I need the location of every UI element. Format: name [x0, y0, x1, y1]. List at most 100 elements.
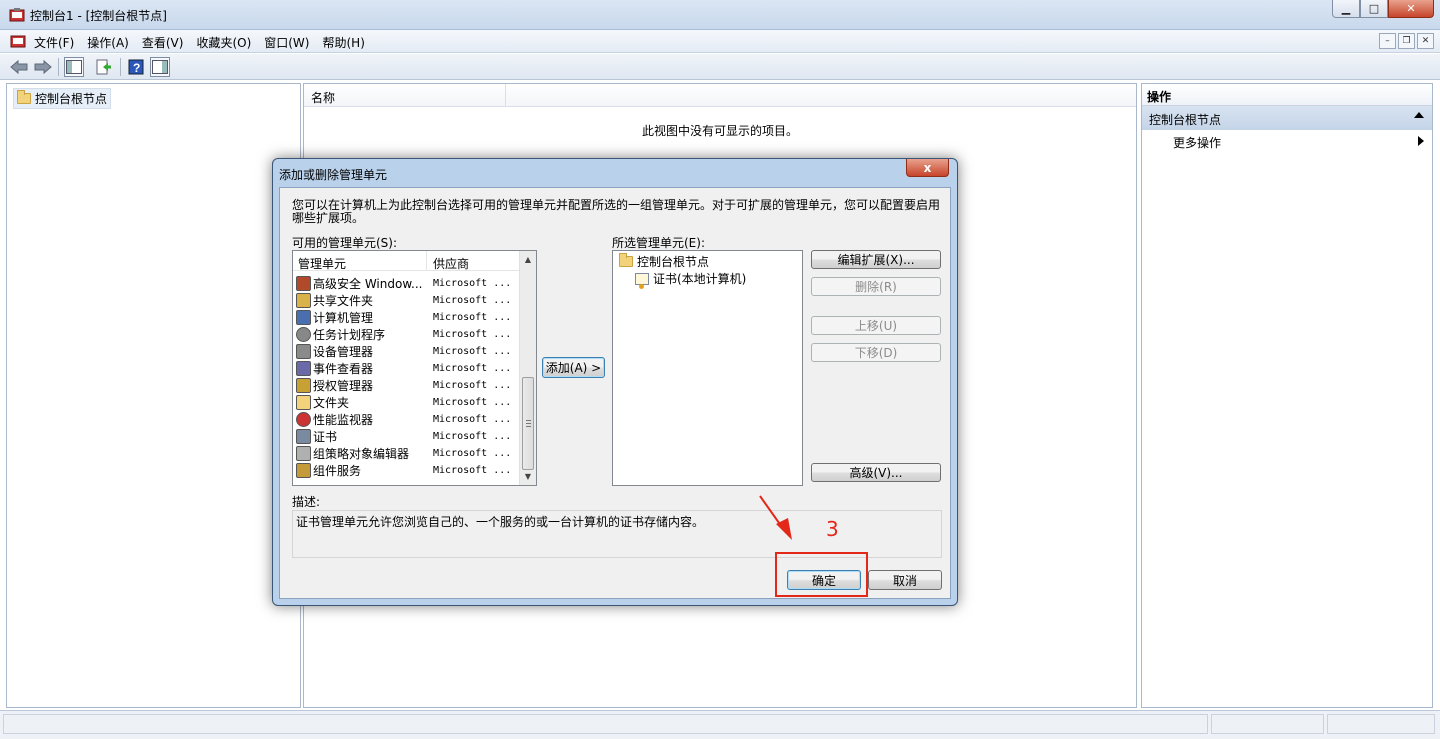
- menu-window[interactable]: 窗口(W): [259, 33, 314, 52]
- edit-extensions-button[interactable]: 编辑扩展(X)...: [811, 250, 941, 269]
- export-list-icon: [96, 59, 111, 75]
- cancel-button[interactable]: 取消: [868, 570, 942, 590]
- menu-file[interactable]: 文件(F): [29, 33, 79, 52]
- snapin-name: 文件夹: [313, 396, 350, 410]
- snapin-column-header[interactable]: 管理单元: [293, 251, 427, 271]
- back-button[interactable]: [9, 57, 29, 77]
- column-name-header[interactable]: 名称: [304, 84, 506, 107]
- show-hide-tree-icon: [66, 60, 82, 74]
- add-button[interactable]: 添加(A) >: [542, 357, 605, 378]
- certificate-icon: [635, 272, 649, 289]
- remove-button[interactable]: 删除(R): [811, 277, 941, 296]
- snapin-row[interactable]: 设备管理器 Microsoft ...: [296, 343, 518, 360]
- scroll-down-icon[interactable]: ▼: [520, 468, 536, 485]
- mdi-close-button[interactable]: ✕: [1417, 33, 1434, 49]
- menu-view[interactable]: 查看(V): [137, 33, 189, 52]
- vendor-column-header[interactable]: 供应商: [428, 251, 520, 271]
- snapin-row[interactable]: 事件查看器 Microsoft ...: [296, 360, 518, 377]
- annotation-arrow-icon: [759, 495, 792, 540]
- snapin-name: 组策略对象编辑器: [313, 447, 410, 461]
- tree-root-label: 控制台根节点: [35, 92, 108, 106]
- event-viewer-icon: [296, 361, 311, 376]
- available-snapins-list[interactable]: 管理单元 供应商 高级安全 Window... Microsoft ... 共享文件…: [292, 250, 537, 486]
- minimize-button[interactable]: ▁: [1332, 0, 1360, 18]
- more-actions-item[interactable]: 更多操作: [1142, 130, 1432, 152]
- snapin-row[interactable]: 计算机管理 Microsoft ...: [296, 309, 518, 326]
- snapin-row[interactable]: 文件夹 Microsoft ...: [296, 394, 518, 411]
- show-hide-tree-button[interactable]: [64, 57, 84, 77]
- menu-action[interactable]: 操作(A): [82, 33, 134, 52]
- snapin-row[interactable]: 组件服务 Microsoft ...: [296, 462, 518, 479]
- console-menu-icon[interactable]: [10, 33, 26, 49]
- close-icon: x: [923, 160, 932, 175]
- snapin-row[interactable]: 高级安全 Window... Microsoft ...: [296, 275, 518, 292]
- snapin-name: 设备管理器: [313, 345, 374, 359]
- snapin-vendor: Microsoft ...: [433, 346, 512, 357]
- dialog-close-button[interactable]: x: [906, 159, 949, 177]
- menu-help[interactable]: 帮助(H): [317, 33, 369, 52]
- snapin-name: 计算机管理: [313, 311, 374, 325]
- snapin-name: 组件服务: [313, 464, 362, 478]
- toolbar: ?: [0, 54, 1440, 80]
- selected-snapins-tree[interactable]: 控制台根节点 证书(本地计算机): [612, 250, 803, 486]
- svg-text:?: ?: [133, 61, 140, 75]
- group-policy-icon: [296, 446, 311, 461]
- mdi-minimize-button[interactable]: –: [1379, 33, 1396, 49]
- clock-icon: [296, 327, 311, 342]
- performance-monitor-icon: [296, 412, 311, 427]
- snapin-vendor: Microsoft ...: [433, 312, 512, 323]
- snapin-vendor: Microsoft ...: [433, 448, 512, 459]
- forward-button[interactable]: [33, 57, 53, 77]
- snapin-vendor: Microsoft ...: [433, 363, 512, 374]
- menu-bar: 文件(F) 操作(A) 查看(V) 收藏夹(O) 窗口(W) 帮助(H) – ❐…: [0, 30, 1440, 53]
- actions-section-label: 控制台根节点: [1149, 113, 1222, 127]
- snapin-row[interactable]: 任务计划程序 Microsoft ...: [296, 326, 518, 343]
- mmc-console-icon: [9, 8, 25, 22]
- move-up-button[interactable]: 上移(U): [811, 316, 941, 335]
- certificate-icon: [296, 429, 311, 444]
- snapin-row[interactable]: 组策略对象编辑器 Microsoft ...: [296, 445, 518, 462]
- component-services-icon: [296, 463, 311, 478]
- annotation-step-number: 3: [826, 517, 839, 541]
- snapin-row[interactable]: 共享文件夹 Microsoft ...: [296, 292, 518, 309]
- maximize-icon: □: [1368, 2, 1380, 15]
- firewall-icon: [296, 276, 311, 291]
- empty-view-message: 此视图中没有可显示的项目。: [641, 124, 798, 138]
- show-hide-action-pane-button[interactable]: [150, 57, 170, 77]
- selected-tree-certificates[interactable]: 证书(本地计算机): [635, 270, 747, 289]
- selected-tree-root[interactable]: 控制台根节点: [619, 253, 709, 270]
- folder-icon: [619, 253, 633, 267]
- tree-root-node[interactable]: 控制台根节点: [13, 88, 112, 109]
- advanced-button[interactable]: 高级(V)...: [811, 463, 941, 482]
- dialog-body: 您可以在计算机上为此控制台选择可用的管理单元并配置所选的一组管理单元。对于可扩展…: [279, 187, 951, 599]
- actions-section-root[interactable]: 控制台根节点: [1142, 106, 1432, 130]
- move-down-button[interactable]: 下移(D): [811, 343, 941, 362]
- snapin-row[interactable]: 授权管理器 Microsoft ...: [296, 377, 518, 394]
- mdi-restore-button[interactable]: ❐: [1398, 33, 1415, 49]
- more-actions-label: 更多操作: [1173, 136, 1222, 150]
- selected-root-label: 控制台根节点: [637, 255, 710, 269]
- help-icon: ?: [128, 59, 144, 75]
- close-button[interactable]: ✕: [1388, 0, 1434, 18]
- snapin-vendor: Microsoft ...: [433, 295, 512, 306]
- annotation-highlight-box: [775, 552, 868, 597]
- snapin-name: 高级安全 Window...: [313, 277, 423, 291]
- vertical-scrollbar[interactable]: ▲ ▼: [519, 251, 536, 485]
- menu-favorites[interactable]: 收藏夹(O): [191, 33, 256, 52]
- help-button[interactable]: ?: [126, 57, 146, 77]
- snapin-name: 共享文件夹: [313, 294, 374, 308]
- scroll-up-icon[interactable]: ▲: [520, 251, 536, 268]
- snapin-vendor: Microsoft ...: [433, 465, 512, 476]
- snapin-vendor: Microsoft ...: [433, 329, 512, 340]
- snapin-row[interactable]: 证书 Microsoft ...: [296, 428, 518, 445]
- scroll-thumb[interactable]: [522, 377, 534, 470]
- export-list-button[interactable]: [94, 57, 114, 77]
- column-header: 名称: [304, 84, 1136, 107]
- authorization-icon: [296, 378, 311, 393]
- maximize-button[interactable]: □: [1360, 0, 1388, 18]
- snapin-vendor: Microsoft ...: [433, 380, 512, 391]
- selected-child-label: 证书(本地计算机): [653, 272, 747, 286]
- snapin-row[interactable]: 性能监视器 Microsoft ...: [296, 411, 518, 428]
- title-bar: 控制台1 - [控制台根节点] ▁ □ ✕: [0, 0, 1440, 30]
- snapin-vendor: Microsoft ...: [433, 431, 512, 442]
